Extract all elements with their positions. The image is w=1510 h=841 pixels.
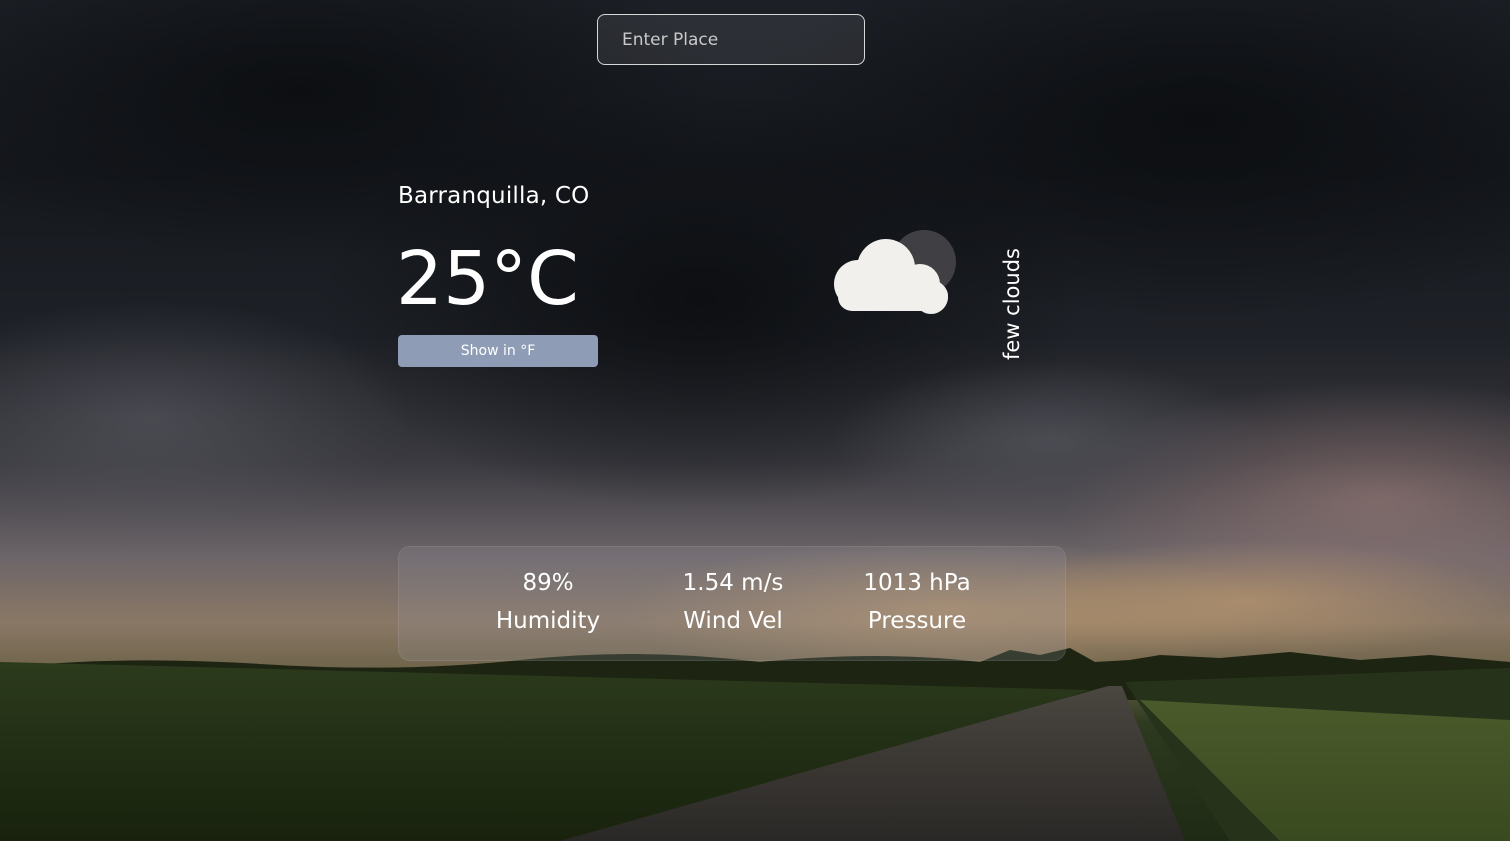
humidity-stat: 89% Humidity [458, 565, 638, 641]
humidity-label: Humidity [495, 608, 601, 634]
weather-condition-label: few clouds [1000, 248, 1024, 360]
place-search-input[interactable] [598, 15, 864, 64]
wind-label: Wind Vel [683, 608, 783, 634]
toggle-fahrenheit-button[interactable]: Show in °F [398, 335, 598, 367]
search-box[interactable] [597, 14, 865, 65]
temperature-value: 25°C [396, 236, 579, 322]
storm-landscape [0, 0, 1510, 841]
cloud-moon-icon [828, 226, 960, 318]
pressure-stat: 1013 hPa Pressure [827, 565, 1007, 641]
pressure-label: Pressure [867, 608, 967, 634]
background-image [0, 0, 1510, 841]
pressure-value: 1013 hPa [863, 570, 971, 596]
wind-stat: 1.54 m/s Wind Vel [643, 565, 823, 641]
weather-stats-panel: 89% Humidity 1.54 m/s Wind Vel 1013 hPa … [398, 546, 1066, 661]
location-label: Barranquilla, CO [398, 183, 590, 209]
wind-value: 1.54 m/s [682, 570, 784, 596]
humidity-value: 89% [522, 570, 574, 596]
